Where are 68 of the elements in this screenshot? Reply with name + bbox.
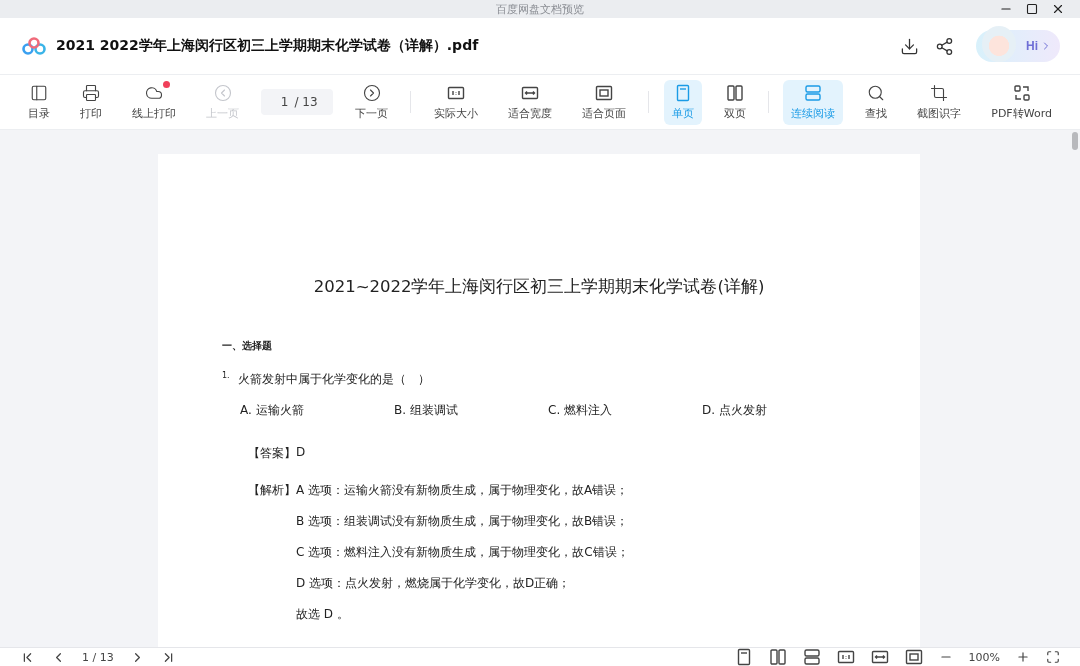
page-input[interactable]: 1 [276,95,289,109]
analysis-line: B 选项：组装调试没有新物质生成，属于物理变化，故B错误； [296,513,630,530]
window-title: 百度网盘文档预览 [496,1,584,17]
analysis-label: 【解析】 [248,482,296,499]
fit-width-icon [870,648,889,666]
crop-icon [930,83,949,102]
toolbar-button[interactable]: 适合宽度 [499,79,560,125]
analysis-line: A 选项：运输火箭没有新物质生成，属于物理变化，故A错误； [296,482,630,499]
continuous-pages-icon [804,83,823,102]
share-button[interactable] [935,36,954,56]
chevron-circle-icon [213,83,232,102]
maximize-button[interactable] [1024,1,1040,17]
fit-page-button[interactable] [904,648,923,666]
toolbar-button[interactable]: 打印 [72,79,110,125]
print-icon [82,83,100,102]
answer-option: A. 运输火箭 [240,402,394,419]
double-page-button[interactable] [768,648,787,666]
fit-page-icon [904,648,923,666]
continuous-pages-icon [802,648,821,666]
question-text: 火箭发射中属于化学变化的是（ ） [237,371,430,388]
answer-option: C. 燃料注入 [548,402,702,419]
sidebar-icon [30,83,48,102]
answer-label: 【答案】 [248,445,296,462]
actual-size-icon [836,648,855,666]
question-number: 1. [222,371,230,380]
fit-width-button[interactable] [870,648,889,666]
toolbar-button[interactable]: 查找 [857,79,896,125]
double-page-icon [725,83,744,102]
page-total: / 13 [294,95,318,109]
analysis-line: C 选项：燃料注入没有新物质生成，属于物理变化，故C错误； [296,544,630,561]
zoom-level: 100% [968,650,1000,664]
document-title: 2021~2022学年上海闵行区初三上学期期末化学试卷(详解) [312,276,766,298]
analysis-line: 故选 D 。 [296,606,350,623]
fit-page-icon [594,83,613,102]
share-icon [935,36,954,56]
double-page-icon [768,648,787,666]
toolbar-button[interactable]: 下一页 [347,79,396,125]
answer-option: B. 组装调试 [394,402,548,419]
fullscreen-icon [1046,650,1060,664]
toolbar-button[interactable]: PDF转Word [983,79,1060,125]
page-number-field[interactable]: 1 / 13 [261,89,333,115]
toolbar-button[interactable]: 实际大小 [425,79,486,125]
scrollbar-thumb[interactable] [1072,132,1078,150]
actual-size-button[interactable] [836,648,855,666]
plus-icon [1016,650,1030,664]
toolbar-button[interactable]: 截图识字 [909,79,970,125]
download-button[interactable] [900,36,919,56]
mascot-icon [982,26,1016,62]
toolbar-button[interactable]: 适合页面 [573,79,634,125]
answer-text: D [296,445,306,461]
page-indicator: 1 / 13 [82,650,114,664]
answer-option: D. 点火发射 [702,402,856,419]
maximize-icon [1026,3,1038,15]
toolbar-button[interactable]: 目录 [20,79,58,125]
app-logo-icon [22,37,46,55]
file-name: 2021 2022学年上海闵行区初三上学期期末化学试卷（详解）.pdf [56,37,480,55]
section-heading: 一、选择题 [222,340,273,353]
zoom-in-button[interactable] [1016,650,1030,664]
chevron-circle-icon [362,83,381,102]
continuous-pages-button[interactable] [802,648,821,666]
analysis-line: D 选项：点火发射，燃烧属于化学变化，故D正确； [296,575,572,592]
toolbar-button[interactable]: 线上打印 [124,79,184,125]
fullscreen-button[interactable] [1046,650,1060,664]
search-icon [867,83,886,102]
download-icon [900,36,919,56]
close-icon [1051,2,1065,16]
toolbar-button[interactable]: 双页 [715,79,754,125]
convert-icon [1012,83,1031,102]
